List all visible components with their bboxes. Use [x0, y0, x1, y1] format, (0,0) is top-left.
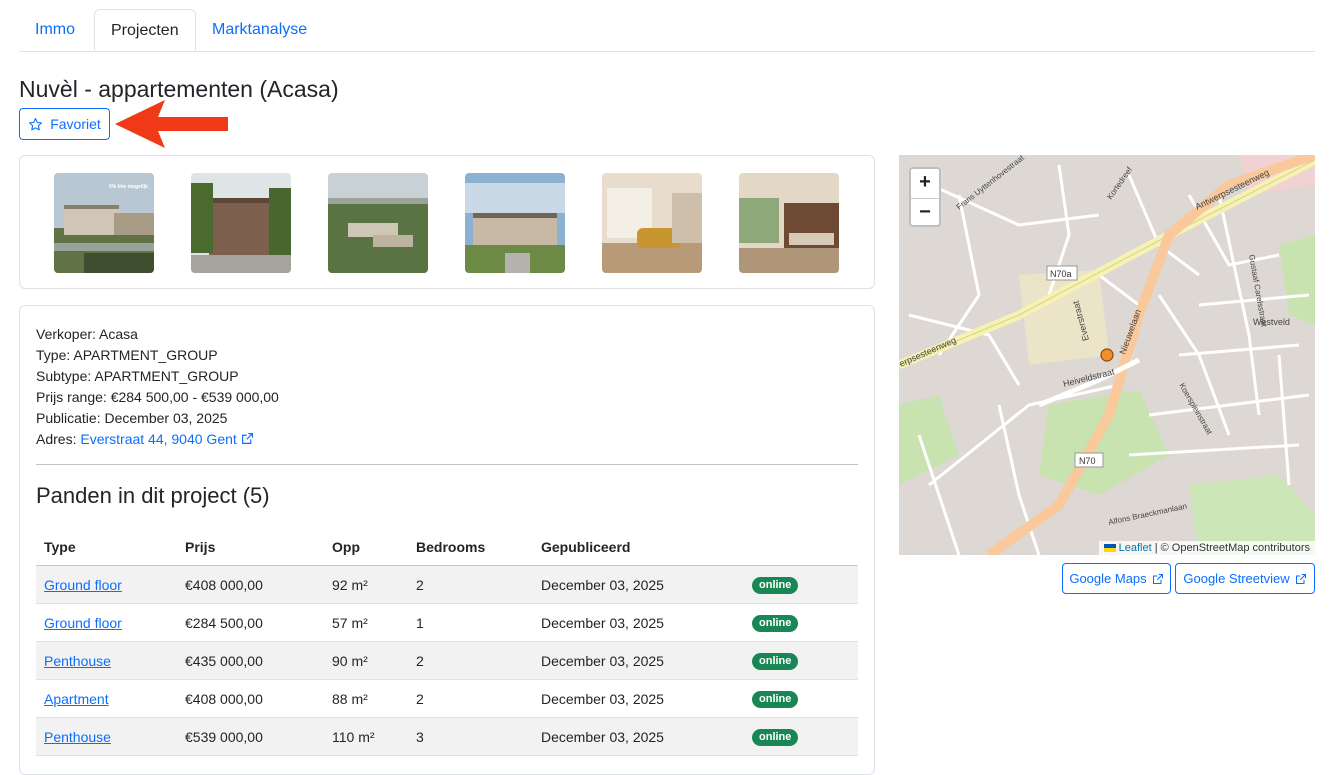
- publication-text: Publicatie: December 03, 2025: [36, 410, 228, 426]
- tab-marktanalyse[interactable]: Marktanalyse: [196, 9, 323, 50]
- project-details-card: Verkoper: Acasa Type: APARTMENT_GROUP Su…: [19, 305, 875, 775]
- table-row: Apartment €408 000,00 88 m² 2 December 0…: [36, 679, 858, 718]
- unit-price: €284 500,00: [177, 603, 324, 642]
- unit-published: December 03, 2025: [533, 603, 744, 642]
- unit-area: 110 m²: [324, 717, 408, 756]
- tab-projecten[interactable]: Projecten: [94, 9, 196, 51]
- col-header-published: Gepubliceerd: [533, 528, 744, 566]
- gallery-badge: 0% btw mogelijk: [109, 184, 148, 190]
- seller-text: Verkoper: Acasa: [36, 326, 138, 342]
- location-map[interactable]: Antwerpsesteenweg erpsesteenweg Nieuwela…: [899, 155, 1315, 555]
- price-range-text: Prijs range: €284 500,00 - €539 000,00: [36, 389, 279, 405]
- unit-type-link[interactable]: Penthouse: [44, 653, 111, 669]
- unit-price: €435 000,00: [177, 641, 324, 680]
- subtype-text: Subtype: APARTMENT_GROUP: [36, 368, 239, 384]
- favorite-label: Favoriet: [50, 116, 101, 132]
- col-header-bedrooms: Bedrooms: [408, 528, 533, 566]
- type-text: Type: APARTMENT_GROUP: [36, 347, 218, 363]
- zoom-in-button[interactable]: +: [911, 169, 939, 199]
- google-streetview-label: Google Streetview: [1183, 571, 1290, 586]
- photo-thumbnail[interactable]: [602, 173, 702, 273]
- attribution-text: | © OpenStreetMap contributors: [1154, 542, 1310, 554]
- leaflet-link[interactable]: Leaflet: [1119, 542, 1152, 554]
- favorite-button[interactable]: Favoriet: [19, 108, 110, 140]
- photo-thumbnail[interactable]: 0% btw mogelijk: [54, 173, 154, 273]
- unit-area: 57 m²: [324, 603, 408, 642]
- table-row: Ground floor €408 000,00 92 m² 2 Decembe…: [36, 565, 858, 604]
- google-maps-label: Google Maps: [1069, 571, 1147, 586]
- unit-price: €408 000,00: [177, 679, 324, 718]
- unit-price: €408 000,00: [177, 565, 324, 604]
- external-link-icon: [1152, 573, 1163, 584]
- photo-thumbnail[interactable]: [739, 173, 839, 273]
- google-streetview-button[interactable]: Google Streetview: [1175, 563, 1315, 594]
- col-header-status: [744, 528, 858, 566]
- tab-immo[interactable]: Immo: [19, 9, 91, 50]
- location-marker[interactable]: [1100, 348, 1114, 362]
- status-badge: online: [752, 615, 799, 632]
- photo-gallery: 0% btw mogelijk: [19, 155, 875, 289]
- col-header-price: Prijs: [177, 528, 324, 566]
- red-arrow-annotation: [115, 100, 228, 148]
- section-title: Panden in dit project (5): [36, 483, 270, 508]
- zoom-control: + −: [909, 167, 941, 227]
- unit-published: December 03, 2025: [533, 641, 744, 680]
- external-link-icon: [241, 433, 253, 444]
- zoom-out-button[interactable]: −: [911, 199, 939, 228]
- address-link[interactable]: Everstraat 44, 9040 Gent: [80, 431, 253, 447]
- unit-bedrooms: 2: [408, 641, 533, 680]
- road-shield: N70: [1079, 456, 1096, 466]
- col-header-type: Type: [36, 528, 177, 566]
- unit-type-link[interactable]: Ground floor: [44, 615, 122, 631]
- address-label: Adres:: [36, 431, 77, 447]
- nav-tabs: Immo Projecten Marktanalyse: [19, 9, 1315, 52]
- unit-area: 90 m²: [324, 641, 408, 680]
- units-table: Type Prijs Opp Bedrooms Gepubliceerd Gro…: [36, 528, 858, 756]
- unit-bedrooms: 2: [408, 679, 533, 718]
- project-info: Verkoper: Acasa Type: APARTMENT_GROUP Su…: [36, 324, 279, 450]
- unit-type-link[interactable]: Ground floor: [44, 577, 122, 593]
- unit-bedrooms: 1: [408, 603, 533, 642]
- ukraine-flag-icon: [1103, 544, 1116, 552]
- unit-type-link[interactable]: Apartment: [44, 691, 109, 707]
- status-badge: online: [752, 729, 799, 746]
- map-tiles: Antwerpsesteenweg erpsesteenweg Nieuwela…: [899, 155, 1315, 555]
- external-link-icon: [1295, 573, 1306, 584]
- unit-area: 88 m²: [324, 679, 408, 718]
- star-icon: [29, 117, 43, 130]
- unit-price: €539 000,00: [177, 717, 324, 756]
- unit-published: December 03, 2025: [533, 679, 744, 718]
- road-shield: N70a: [1050, 269, 1072, 279]
- google-maps-button[interactable]: Google Maps: [1062, 563, 1171, 594]
- page-title: Nuvèl - appartementen (Acasa): [19, 76, 339, 102]
- divider: [36, 464, 858, 465]
- unit-type-link[interactable]: Penthouse: [44, 729, 111, 745]
- photo-thumbnail[interactable]: [465, 173, 565, 273]
- col-header-area: Opp: [324, 528, 408, 566]
- map-attribution: Leaflet | © OpenStreetMap contributors: [1098, 541, 1315, 555]
- address-row: Adres: Everstraat 44, 9040 Gent: [36, 429, 279, 450]
- unit-published: December 03, 2025: [533, 717, 744, 756]
- table-row: Penthouse €435 000,00 90 m² 2 December 0…: [36, 641, 858, 680]
- unit-bedrooms: 3: [408, 717, 533, 756]
- unit-bedrooms: 2: [408, 565, 533, 604]
- table-row: Ground floor €284 500,00 57 m² 1 Decembe…: [36, 603, 858, 642]
- photo-thumbnail[interactable]: [328, 173, 428, 273]
- unit-area: 92 m²: [324, 565, 408, 604]
- photo-thumbnail[interactable]: [191, 173, 291, 273]
- status-badge: online: [752, 691, 799, 708]
- table-row: Penthouse €539 000,00 110 m² 3 December …: [36, 717, 858, 756]
- unit-published: December 03, 2025: [533, 565, 744, 604]
- status-badge: online: [752, 577, 799, 594]
- status-badge: online: [752, 653, 799, 670]
